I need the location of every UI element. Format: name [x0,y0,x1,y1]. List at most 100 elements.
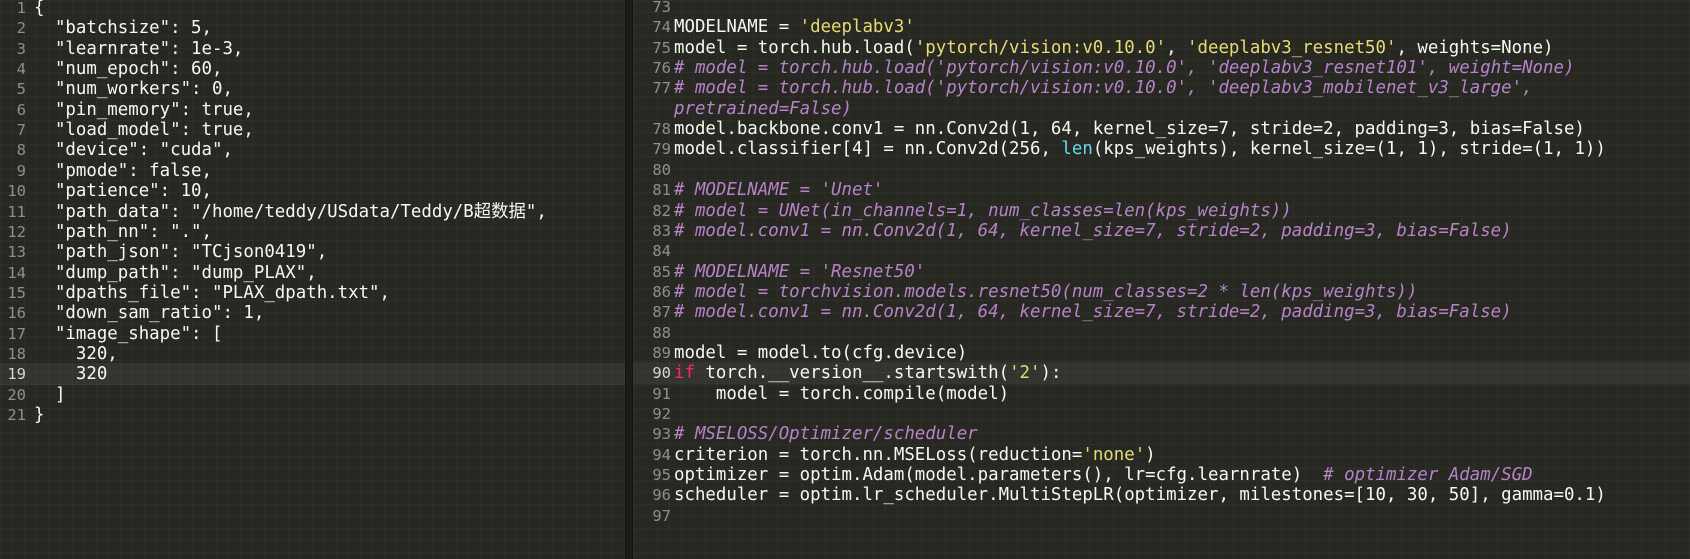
code-text: # model = torch.hub.load('pytorch/vision… [674,77,1533,99]
code-line[interactable]: 11 "path_data": "/home/teddy/USdata/Tedd… [0,201,625,223]
code-line[interactable]: 94 criterion = torch.nn.MSELoss(reduction… [633,444,1690,466]
code-line[interactable]: 2 "batchsize": 5, [0,17,625,39]
code-token: "pmode": false, [34,160,212,181]
code-line[interactable]: 93 # MSELOSS/Optimizer/scheduler [633,423,1690,445]
code-line[interactable]: 79 model.classifier[4] = nn.Conv2d(256, l… [633,138,1690,160]
code-line[interactable]: 83 # model.conv1 = nn.Conv2d(1, 64, kerne… [633,220,1690,242]
line-number: 75 [652,38,671,57]
code-line[interactable]: 17 "image_shape": [ [0,323,625,345]
code-line[interactable]: 78 model.backbone.conv1 = nn.Conv2d(1, 64… [633,118,1690,140]
line-number: 88 [652,323,671,342]
line-number: 78 [652,120,671,139]
code-token: # model = torchvision.models.resnet50(nu… [674,281,1418,302]
code-token: "learnrate": 1e-3, [34,38,244,59]
code-line[interactable]: 73 [633,0,1690,18]
code-token: 'none' [1082,444,1146,465]
pane-splitter[interactable] [625,0,633,559]
line-number: 94 [652,445,671,464]
line-number: 4 [16,60,26,79]
code-line[interactable]: 13 "path_json": "TCjson0419", [0,241,625,263]
line-number: 21 [7,406,26,424]
code-line[interactable]: 97 [633,505,1690,527]
line-number: 10 [7,182,26,201]
code-text: 320 [34,363,107,385]
line-number: 92 [652,405,671,423]
code-line[interactable]: pretrained=False) [633,98,1690,120]
code-line[interactable]: 85 # MODELNAME = 'Resnet50' [633,261,1690,283]
line-number: 86 [652,282,671,301]
code-token: "batchsize": 5, [34,18,212,39]
code-line[interactable]: 91 model = torch.compile(model) [633,383,1690,405]
line-number: 93 [652,425,671,444]
code-line[interactable]: 20 ] [0,384,625,406]
editor-window: 1{2 "batchsize": 5, 3 "learnrate": 1e-3, 4… [0,0,1690,559]
code-line[interactable]: 87 # model.conv1 = nn.Conv2d(1, 64, kerne… [633,301,1690,323]
code-line[interactable]: 75 model = torch.hub.load('pytorch/vision… [633,37,1690,59]
code-token: "down_sam_ratio": 1, [34,303,265,324]
code-token: "path_data": "/home/teddy/USdata/Teddy/B… [34,201,547,222]
code-text: { [34,0,44,19]
code-text: } [34,404,44,426]
code-line[interactable]: 1{ [0,0,625,19]
code-token: "path_json": "TCjson0419", [34,242,328,263]
code-text: if torch.__version__.startswith('2'): [674,362,1061,384]
code-text: optimizer = optim.Adam(model.parameters(… [674,464,1533,486]
line-number: 11 [7,202,26,221]
code-token: model = torch.hub.load( [674,37,915,58]
code-line[interactable]: 4 "num_epoch": 60, [0,58,625,80]
code-line[interactable]: 86 # model = torchvision.models.resnet50(… [633,281,1690,303]
code-text: "load_model": true, [34,119,254,141]
code-line[interactable]: 90 if torch.__version__.startswith('2'): [633,362,1690,385]
code-token: } [34,405,45,425]
code-line[interactable]: 82 # model = UNet(in_channels=1, num_clas… [633,200,1690,222]
code-line[interactable]: 10 "patience": 10, [0,180,625,202]
code-line[interactable]: 15 "dpaths_file": "PLAX_dpath.txt", [0,282,625,304]
code-line[interactable]: 18 320, [0,343,625,365]
code-line[interactable]: 77 # model = torch.hub.load('pytorch/visi… [633,77,1690,99]
code-token: "image_shape": [ [34,323,223,344]
code-line[interactable]: 12 "path_nn": ".", [0,221,625,243]
code-line[interactable]: 9 "pmode": false, [0,160,625,182]
code-token: model.backbone.conv1 = nn.Conv2d(1, 64, … [674,119,1585,140]
code-line[interactable]: 6 "pin_memory": true, [0,99,625,121]
code-line[interactable]: 74 MODELNAME = 'deeplabv3' [633,16,1690,38]
code-line[interactable]: 5 "num_workers": 0, [0,78,625,100]
code-text: "path_data": "/home/teddy/USdata/Teddy/B… [34,201,547,223]
code-token: if [674,363,695,384]
code-token: pretrained=False) [674,98,852,119]
code-text: model = torch.hub.load('pytorch/vision:v… [674,37,1554,59]
code-line[interactable]: 80 [633,159,1690,181]
code-line[interactable]: 92 [633,403,1690,425]
python-editor-pane[interactable]: 73 74 MODELNAME = 'deeplabv3' 75 model = tor… [633,0,1690,559]
code-line[interactable]: 14 "dump_path": "dump_PLAX", [0,262,625,284]
code-text: "learnrate": 1e-3, [34,38,243,60]
code-text: "down_sam_ratio": 1, [34,302,264,324]
line-number: 91 [652,384,671,403]
code-text: # model = torchvision.models.resnet50(nu… [674,281,1417,303]
code-line[interactable]: 81 # MODELNAME = 'Unet' [633,179,1690,201]
json-editor-pane[interactable]: 1{2 "batchsize": 5, 3 "learnrate": 1e-3, 4… [0,0,625,559]
code-token: "num_epoch": 60, [34,59,223,80]
line-number: 89 [652,343,671,362]
code-token: model = model.to(cfg.device) [674,342,968,363]
code-line[interactable]: 96 scheduler = optim.lr_scheduler.MultiSt… [633,484,1690,506]
code-line[interactable]: 19 320 [0,363,625,386]
code-token: 320 [34,364,108,385]
line-number: 77 [652,79,671,98]
code-line[interactable]: 8 "device": "cuda", [0,139,625,161]
code-line[interactable]: 84 [633,240,1690,262]
line-number: 73 [652,0,671,16]
code-line[interactable]: 7 "load_model": true, [0,119,625,141]
code-line[interactable]: 16 "down_sam_ratio": 1, [0,302,625,324]
code-line[interactable]: 95 optimizer = optim.Adam(model.parameter… [633,464,1690,486]
code-token: '2' [1009,363,1041,384]
code-token: # MSELOSS/Optimizer/scheduler [674,424,978,445]
code-line[interactable]: 21} [0,404,625,426]
code-line[interactable]: 89 model = model.to(cfg.device) [633,342,1690,364]
code-token: len [1061,139,1093,160]
code-line[interactable]: 76 # model = torch.hub.load('pytorch/visi… [633,57,1690,79]
code-line[interactable]: 88 [633,322,1690,344]
code-line[interactable]: 3 "learnrate": 1e-3, [0,38,625,60]
code-token: # model.conv1 = nn.Conv2d(1, 64, kernel_… [674,302,1512,323]
line-number: 15 [7,283,26,302]
